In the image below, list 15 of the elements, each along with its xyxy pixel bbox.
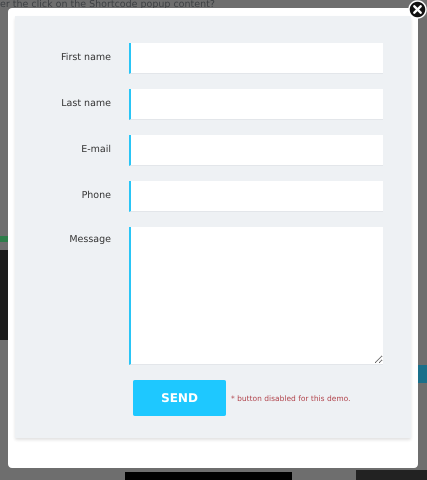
field-label: E-mail [80, 143, 111, 155]
field-label: First name [60, 51, 111, 63]
text-field[interactable] [129, 181, 383, 212]
text-field[interactable] [129, 135, 383, 166]
send-button[interactable]: SEND [133, 380, 226, 416]
field-label: Last name [60, 97, 111, 109]
text-field[interactable] [129, 89, 383, 120]
background-block [418, 365, 427, 383]
field-label: Phone [80, 189, 111, 201]
text-field[interactable] [129, 43, 383, 74]
field-label: Message [68, 233, 111, 245]
background-block [356, 470, 427, 480]
close-icon[interactable] [408, 0, 427, 19]
message-field[interactable] [129, 227, 383, 365]
background-block [0, 236, 8, 242]
